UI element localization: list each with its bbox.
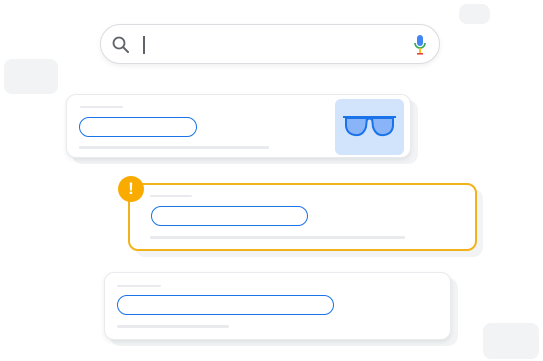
result-title-placeholder — [80, 106, 123, 108]
search-icon[interactable] — [111, 35, 131, 55]
result-thumbnail[interactable] — [335, 99, 404, 155]
sunglasses-icon — [343, 116, 396, 137]
result-snippet-placeholder — [117, 325, 229, 328]
text-cursor — [143, 36, 145, 54]
mic-icon[interactable] — [413, 34, 427, 56]
decorative-block-left — [4, 59, 58, 94]
result-title-placeholder — [117, 285, 161, 287]
warning-icon: ! — [118, 176, 144, 202]
result-link-pill[interactable] — [79, 117, 197, 137]
search-bar[interactable] — [100, 24, 440, 64]
decorative-block-bottom-right — [483, 323, 539, 359]
result-snippet-placeholder — [150, 236, 405, 239]
result-card-1[interactable] — [66, 94, 411, 158]
result-card-3[interactable] — [104, 272, 451, 340]
decorative-block-top-right — [459, 4, 490, 24]
result-title-placeholder — [150, 195, 192, 197]
search-input[interactable] — [141, 31, 401, 57]
result-link-pill[interactable] — [151, 206, 308, 226]
result-card-2[interactable] — [128, 183, 477, 251]
result-snippet-placeholder — [79, 146, 269, 149]
result-link-pill[interactable] — [117, 295, 334, 315]
